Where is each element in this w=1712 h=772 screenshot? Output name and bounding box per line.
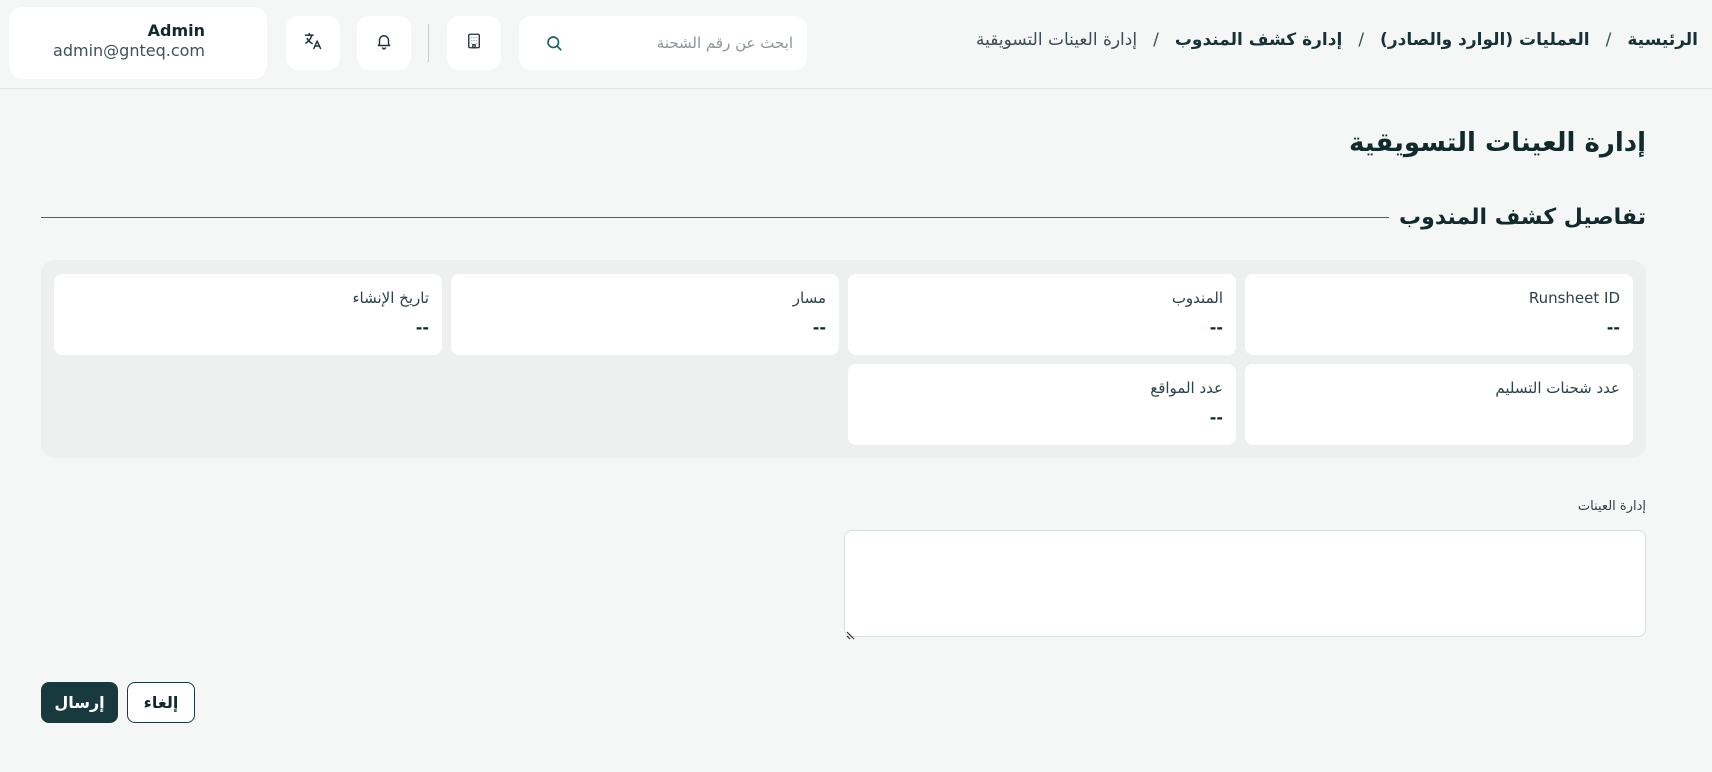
field-label: تاريخ الإنشاء	[352, 289, 429, 307]
field-created-at: تاريخ الإنشاء --	[54, 274, 442, 355]
field-value: --	[1606, 318, 1620, 337]
field-label: عدد شحنات التسليم	[1495, 379, 1620, 397]
cancel-button[interactable]: إلغاء	[127, 682, 195, 723]
field-delivery-shipments: عدد شحنات التسليم	[1245, 364, 1633, 445]
building-icon	[465, 32, 483, 54]
samples-notes-label: إدارة العينات	[1577, 499, 1646, 514]
user-name: Admin	[147, 21, 205, 40]
samples-notes-textarea[interactable]	[844, 530, 1646, 637]
field-value: --	[415, 318, 429, 337]
field-runsheet-id: Runsheet ID --	[1245, 274, 1633, 355]
field-route: مسار --	[451, 274, 839, 355]
field-value: --	[1209, 408, 1223, 427]
page-title: إدارة العينات التسويقية	[1349, 128, 1646, 158]
breadcrumb-operations[interactable]: العمليات (الوارد والصادر)	[1380, 30, 1590, 50]
bell-icon	[375, 32, 393, 54]
field-label: مسار	[792, 289, 826, 307]
breadcrumb-current: إدارة العينات التسويقية	[976, 30, 1138, 50]
translate-icon	[303, 31, 323, 55]
notifications-button[interactable]	[357, 16, 411, 70]
field-label: المندوب	[1171, 289, 1223, 307]
breadcrumb-runsheet-management[interactable]: إدارة كشف المندوب	[1175, 30, 1343, 50]
breadcrumb: الرئيسية / العمليات (الوارد والصادر) / إ…	[976, 30, 1698, 50]
top-bar: الرئيسية / العمليات (الوارد والصادر) / إ…	[0, 0, 1712, 89]
field-courier: المندوب --	[848, 274, 1236, 355]
search-icon[interactable]	[543, 32, 565, 54]
breadcrumb-separator: /	[1153, 30, 1159, 50]
user-card[interactable]: Admin admin@gnteq.com	[9, 7, 267, 79]
field-value: --	[812, 318, 826, 337]
breadcrumb-separator: /	[1358, 30, 1365, 50]
runsheet-details-panel: Runsheet ID -- المندوب -- مسار -- تاريخ …	[41, 260, 1646, 458]
search-input[interactable]	[565, 34, 793, 52]
section-header: تفاصيل كشف المندوب	[41, 200, 1646, 234]
field-label: Runsheet ID	[1528, 289, 1620, 307]
language-button[interactable]	[286, 16, 340, 70]
submit-button[interactable]: إرسال	[41, 682, 118, 723]
resize-handle-icon[interactable]	[846, 625, 856, 640]
section-title: تفاصيل كشف المندوب	[1399, 204, 1646, 230]
user-email: admin@gnteq.com	[53, 41, 205, 60]
shipment-search	[519, 16, 807, 70]
section-divider	[41, 216, 1390, 218]
field-label: عدد المواقع	[1150, 379, 1223, 397]
company-button[interactable]	[447, 16, 501, 70]
field-value: --	[1209, 318, 1223, 337]
breadcrumb-separator: /	[1605, 30, 1612, 50]
field-locations: عدد المواقع --	[848, 364, 1236, 445]
toolbar-divider	[428, 24, 429, 62]
breadcrumb-home[interactable]: الرئيسية	[1627, 30, 1698, 50]
